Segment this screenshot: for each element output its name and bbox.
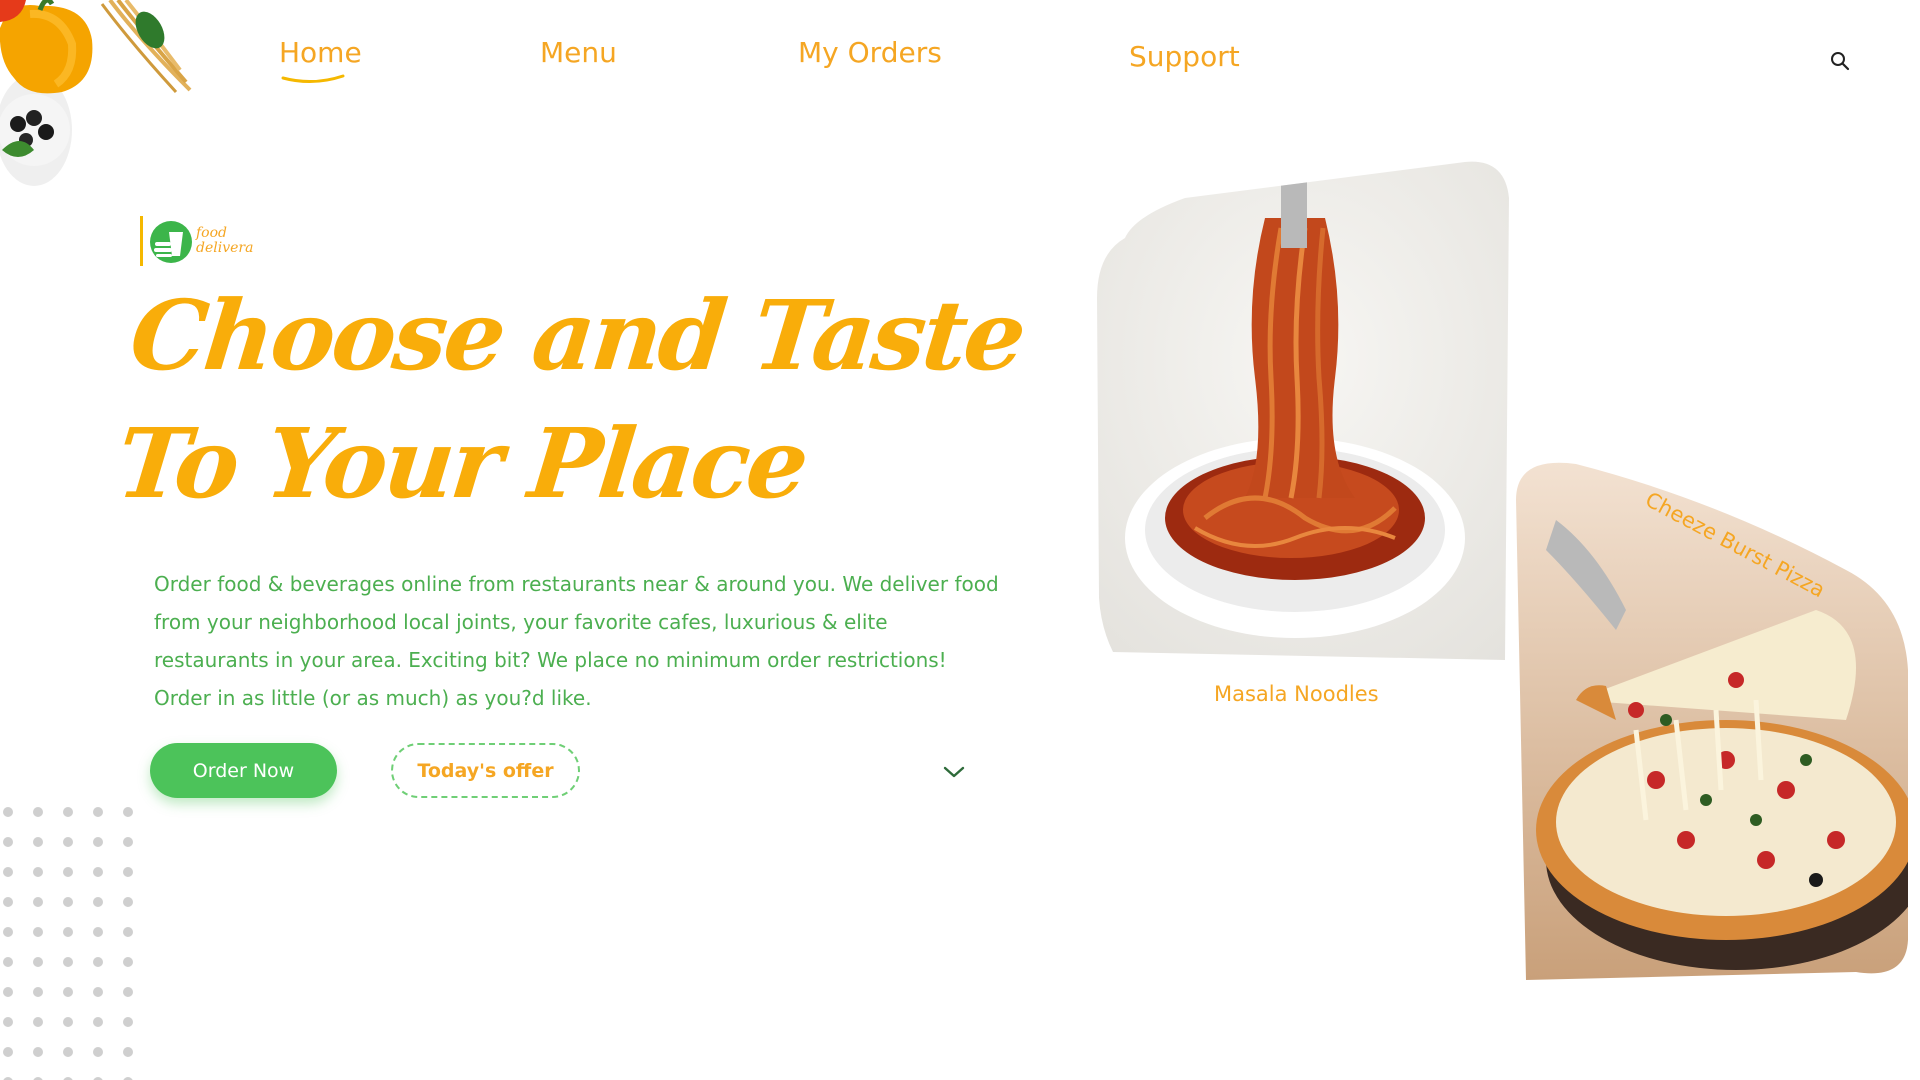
pattern-dot: [123, 897, 133, 907]
pattern-dot: [3, 807, 13, 817]
pattern-dot: [93, 837, 103, 847]
nav-support[interactable]: Support: [1129, 40, 1240, 73]
chevron-down-icon[interactable]: [942, 764, 966, 780]
brand-name: food delivera: [196, 226, 253, 256]
logo-bar: [140, 216, 143, 266]
pattern-dot: [93, 927, 103, 937]
pattern-dot: [63, 1017, 73, 1027]
nav-menu-label: Menu: [540, 36, 617, 69]
brand-logo: food delivera: [140, 216, 280, 268]
pattern-dot: [123, 837, 133, 847]
pattern-dot: [33, 867, 43, 877]
search-icon[interactable]: [1829, 50, 1851, 72]
pattern-dot: [33, 897, 43, 907]
order-now-button[interactable]: Order Now: [150, 743, 337, 798]
pattern-dot: [93, 1017, 103, 1027]
pattern-dot: [33, 807, 43, 817]
pattern-dot: [93, 957, 103, 967]
pattern-dot: [123, 1047, 133, 1057]
pattern-dot: [33, 987, 43, 997]
pattern-dot: [33, 837, 43, 847]
nav-my-orders-label: My Orders: [798, 36, 942, 69]
pattern-dot: [93, 987, 103, 997]
pattern-dot: [3, 987, 13, 997]
nav-active-underline: [281, 74, 345, 83]
pattern-dot: [123, 987, 133, 997]
pattern-dot: [63, 927, 73, 937]
pattern-dot: [33, 1047, 43, 1057]
pattern-dot: [123, 867, 133, 877]
pattern-dot: [3, 867, 13, 877]
nav-menu[interactable]: Menu: [540, 36, 617, 69]
pattern-dot: [3, 957, 13, 967]
hero-headline-line2: To Your Place: [111, 407, 812, 520]
pattern-dot: [63, 987, 73, 997]
pattern-dot: [63, 957, 73, 967]
pattern-dot: [93, 867, 103, 877]
pattern-dot: [3, 1047, 13, 1057]
pattern-dot: [123, 927, 133, 937]
pattern-dot: [123, 807, 133, 817]
brand-name-line2: delivera: [196, 240, 254, 256]
pattern-dot: [33, 1017, 43, 1027]
nav-my-orders[interactable]: My Orders: [798, 36, 942, 69]
vegetables-decoration: [0, 0, 192, 186]
pattern-dot: [3, 837, 13, 847]
pattern-dot: [63, 867, 73, 877]
pattern-dot: [63, 837, 73, 847]
hero-headline-line1: Choose and Taste: [125, 279, 1029, 392]
noodles-caption: Masala Noodles: [1214, 682, 1379, 706]
pattern-dot: [33, 927, 43, 937]
food-cup-icon: [150, 221, 192, 263]
pattern-dot: [3, 897, 13, 907]
hero-headline: Choose and Taste To Your Place: [111, 272, 1029, 528]
hero-description: Order food & beverages online from resta…: [154, 572, 999, 710]
nav-home[interactable]: Home: [279, 36, 362, 83]
pattern-dot: [123, 957, 133, 967]
brand-name-line1: food: [196, 225, 228, 241]
pattern-dot: [3, 1017, 13, 1027]
pattern-dot: [123, 1017, 133, 1027]
pattern-dot: [93, 897, 103, 907]
todays-offer-button[interactable]: Today's offer: [391, 743, 580, 798]
dot-pattern-decoration: [3, 807, 133, 1080]
pattern-dot: [63, 807, 73, 817]
pattern-dot: [63, 897, 73, 907]
pattern-dot: [63, 1047, 73, 1057]
pattern-dot: [93, 807, 103, 817]
pattern-dot: [33, 957, 43, 967]
pattern-dot: [3, 927, 13, 937]
pattern-dot: [93, 1047, 103, 1057]
nav-support-label: Support: [1129, 40, 1240, 73]
noodles-image[interactable]: [1095, 158, 1515, 660]
nav-home-label: Home: [279, 36, 362, 69]
